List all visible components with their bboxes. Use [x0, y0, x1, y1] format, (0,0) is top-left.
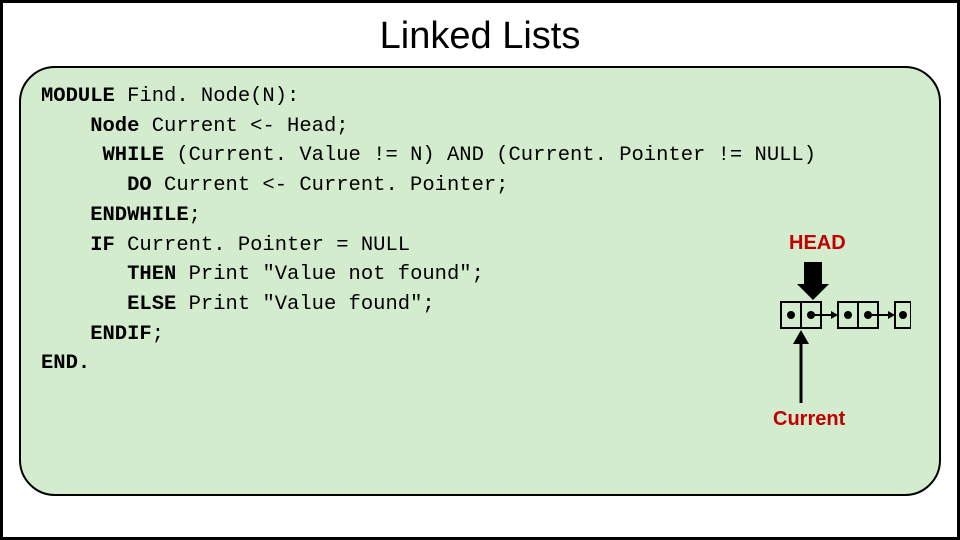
code-text: Print "Value not found";	[176, 263, 484, 286]
kw-module: MODULE	[41, 85, 115, 108]
code-text: Current <- Head;	[139, 115, 348, 138]
kw-end: END.	[41, 352, 90, 375]
kw-do: DO	[41, 174, 152, 197]
code-text: Current <- Current. Pointer;	[152, 174, 509, 197]
arrow-head-shaft	[804, 262, 822, 284]
kw-endif: ENDIF	[41, 323, 152, 346]
head-label: HEAD	[789, 232, 846, 255]
linked-list-diagram: HEAD Current	[741, 238, 911, 458]
page-title: Linked Lists	[19, 15, 941, 58]
arrow-head-tip	[797, 284, 829, 300]
node-1	[781, 302, 838, 328]
code-text: ;	[152, 323, 164, 346]
node-3	[895, 302, 911, 328]
kw-node: Node	[41, 115, 139, 138]
code-text: Find. Node(N):	[115, 85, 300, 108]
code-text: ;	[189, 204, 201, 227]
kw-else: ELSE	[41, 293, 176, 316]
code-panel: MODULE Find. Node(N): Node Current <- He…	[19, 66, 941, 496]
kw-while: WHILE	[41, 144, 164, 167]
kw-if: IF	[41, 234, 115, 257]
kw-endwhile: ENDWHILE	[41, 204, 189, 227]
slide-frame: Linked Lists MODULE Find. Node(N): Node …	[0, 0, 960, 540]
arrow-current-tip	[793, 330, 809, 344]
code-text: (Current. Value != N) AND (Current. Poin…	[164, 144, 816, 167]
node-2	[838, 302, 895, 328]
kw-then: THEN	[41, 263, 176, 286]
code-text: Print "Value found";	[176, 293, 434, 316]
current-label: Current	[773, 408, 845, 431]
code-text: Current. Pointer = NULL	[115, 234, 410, 257]
